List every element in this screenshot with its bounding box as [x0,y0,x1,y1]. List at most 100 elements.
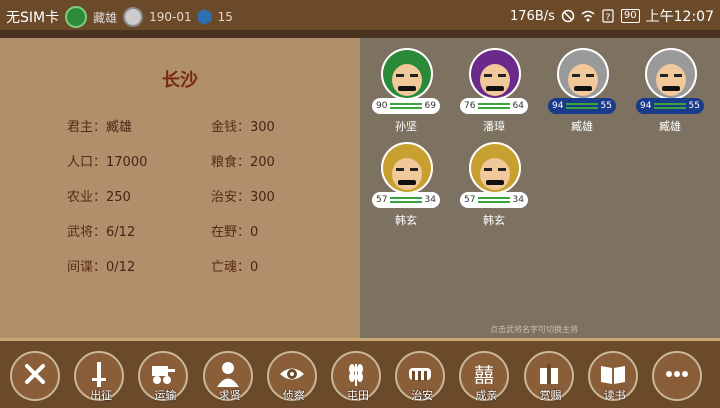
general-face-icon [559,50,607,98]
battery-indicator: 90 [620,9,640,23]
general-stat-right: 55 [688,101,700,111]
general-stat-left: 94 [552,101,564,111]
button-label: 侦察 [282,389,305,402]
bar-line [478,103,510,105]
stat-value: 300 [250,190,275,205]
svg-text:囍: 囍 [474,363,494,387]
city-stat: 治安：300 [211,186,275,205]
gem-icon [197,9,212,25]
general-card[interactable]: 94 55 臧雄 [636,48,704,138]
general-name[interactable]: 臧雄 [548,118,616,134]
close-icon [25,364,45,384]
general-name[interactable]: 韩玄 [460,212,528,228]
bar-line [566,107,598,109]
wheat-button[interactable]: 屯田 [331,351,381,402]
stat-label: 人口： [67,155,107,170]
city-stat: 亡魂：0 [211,256,258,275]
general-stats-bar: 90 69 [372,98,440,114]
general-face-icon [471,144,519,192]
general-stat-left: 57 [376,195,388,205]
eye-button[interactable]: 侦察 [266,351,317,402]
general-card[interactable]: 57 34 韩玄 [372,142,440,232]
bar-line [390,201,422,203]
stat-value: 0 [250,260,259,275]
button-label: 求贤 [218,389,241,402]
switch-hint: 点击武将名字可切换主将 [490,325,578,334]
generals-panel: 90 69 孙坚 76 64 潘璋 94 55 臧雄 94 55 臧雄 57 34 韩玄 57 34 韩玄 点击武… [360,38,720,338]
bar-line [478,201,510,203]
stat-label: 在野： [211,225,251,240]
cart-button[interactable]: 运输 [138,351,189,402]
book-button[interactable]: 读书 [587,351,638,402]
city-stat: 君主：臧雄 [67,116,132,135]
stat-value: 臧雄 [106,120,133,135]
general-stat-left: 57 [464,195,476,205]
button-label: 赏赐 [539,389,562,402]
stat-value: 250 [106,190,131,205]
general-card[interactable]: 57 34 韩玄 [460,142,528,232]
bar-line [654,103,686,105]
general-stat-right: 69 [424,101,436,111]
cart-icon [152,366,176,384]
gift-button[interactable]: 赏赐 [523,351,574,402]
more-icon [666,371,688,377]
general-card[interactable]: 90 69 孙坚 [372,48,440,138]
general-portrait[interactable] [381,48,433,100]
gift-icon [539,364,558,384]
general-face-icon [471,50,519,98]
general-portrait[interactable] [557,48,609,100]
more-button[interactable] [652,351,702,401]
general-name[interactable]: 潘璋 [460,118,528,134]
gem-count: 15 [217,10,233,24]
general-stats-bar: 57 34 [460,192,528,208]
carrier-text: 无SIM卡 [6,10,60,26]
game-label: 藏雄 [93,10,118,25]
bar-line [390,197,422,199]
general-portrait[interactable] [469,48,521,100]
sim-unknown-icon: ? [602,9,614,23]
sword-icon [92,362,107,387]
wifi-icon [581,10,595,22]
stat-value: 0/12 [106,260,136,275]
city-stat: 金钱：300 [211,116,275,135]
general-stat-left: 76 [464,101,476,111]
general-stat-left: 90 [376,101,388,111]
city-stat: 人口：17000 [67,151,147,170]
general-stats-bar: 94 55 [636,98,704,114]
general-portrait[interactable] [469,142,521,194]
level-text: 190-01 [149,10,192,24]
double-happiness-icon: 囍 [474,363,494,387]
network-speed: 176B/s [510,8,555,24]
person-button[interactable]: 求贤 [202,351,253,402]
general-stats-bar: 94 55 [548,98,616,114]
button-label: 治安 [411,389,434,402]
divider-strip [0,30,720,38]
shield-button[interactable]: 治安 [395,351,446,402]
general-portrait[interactable] [645,48,697,100]
stat-label: 治安： [211,190,251,205]
general-name[interactable]: 臧雄 [636,118,704,134]
general-card[interactable]: 94 55 臧雄 [548,48,616,138]
general-name[interactable]: 孙坚 [372,118,440,134]
sword-button[interactable]: 出征 [74,351,125,402]
general-card[interactable]: 76 64 潘璋 [460,48,528,138]
general-stat-right: 64 [512,101,524,111]
city-name: 长沙 [162,70,198,91]
general-name[interactable]: 韩玄 [372,212,440,228]
general-stat-right: 34 [512,195,524,205]
close-button[interactable] [10,351,60,401]
stat-label: 武将： [67,225,107,240]
general-face-icon [383,144,431,192]
general-portrait[interactable] [381,142,433,194]
eye-icon [279,368,304,380]
no-signal-icon [561,9,575,23]
double-happiness-button[interactable]: 囍成亲 [459,351,510,402]
general-face-icon [383,50,431,98]
stat-value: 17000 [106,155,148,170]
button-label: 读书 [603,389,626,402]
stat-label: 金钱： [211,120,251,135]
general-stat-right: 34 [424,195,436,205]
stat-label: 间谍： [67,260,107,275]
bar-line [390,103,422,105]
city-stat: 在野：0 [211,221,258,240]
